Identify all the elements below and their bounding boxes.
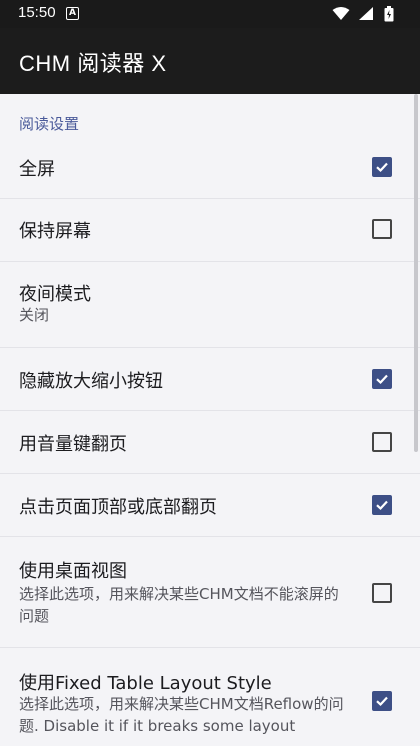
setting-summary: 关闭 [19, 306, 50, 324]
setting-summary: 选择此选项，用来解决某些CHM文档Reflow的问题. Disable it i… [19, 695, 344, 735]
app-title: CHM 阅读器 X [19, 51, 167, 76]
setting-keep-screen-on[interactable]: 保持屏幕 [0, 199, 420, 261]
setting-title: 隐藏放大缩小按钮 [19, 371, 163, 392]
signal-icon [358, 7, 373, 20]
wifi-icon [332, 7, 350, 20]
setting-title: 夜间模式 [19, 284, 91, 305]
checkmark-icon [376, 696, 388, 707]
setting-night-mode[interactable]: 夜间模式 关闭 [0, 262, 420, 346]
setting-title: 全屏 [19, 159, 55, 180]
notification-a-icon: A [66, 7, 79, 20]
setting-fixed-table-layout[interactable]: 使用Fixed Table Layout Style 选择此选项，用来解决某些C… [0, 648, 420, 746]
checkbox-tap-edge-paging[interactable] [372, 495, 392, 515]
checkbox-keep-screen-on[interactable] [372, 219, 392, 239]
checkbox-hide-zoom-buttons[interactable] [372, 369, 392, 389]
checkmark-icon [376, 162, 388, 173]
checkbox-fixed-table-layout[interactable] [372, 691, 392, 711]
scrollbar[interactable] [414, 94, 418, 452]
setting-volume-key-paging[interactable]: 用音量键翻页 [0, 411, 420, 473]
setting-title: 使用Fixed Table Layout Style [19, 673, 272, 694]
setting-hide-zoom-buttons[interactable]: 隐藏放大缩小按钮 [0, 348, 420, 410]
status-time: 15:50 [18, 4, 56, 21]
battery-icon [384, 6, 394, 22]
settings-list[interactable]: 阅读设置 全屏 保持屏幕 夜间模式 关闭 隐藏放大缩小按钮 用音量键翻页 点击页… [0, 94, 420, 746]
setting-title: 点击页面顶部或底部翻页 [19, 497, 217, 518]
checkbox-desktop-view[interactable] [372, 583, 392, 603]
setting-summary: 选择此选项，用来解决某些CHM文档不能滚屏的问题 [19, 585, 339, 625]
section-header-reading: 阅读设置 [19, 115, 80, 133]
checkmark-icon [376, 500, 388, 511]
setting-desktop-view[interactable]: 使用桌面视图 选择此选项，用来解决某些CHM文档不能滚屏的问题 [0, 537, 420, 645]
status-icons [332, 6, 394, 22]
checkmark-icon [376, 374, 388, 385]
status-bar: 15:50 A [0, 0, 420, 28]
checkbox-fullscreen[interactable] [372, 157, 392, 177]
checkbox-volume-key-paging[interactable] [372, 432, 392, 452]
setting-title: 保持屏幕 [19, 221, 91, 242]
setting-fullscreen[interactable]: 全屏 [0, 136, 420, 198]
setting-tap-edge-paging[interactable]: 点击页面顶部或底部翻页 [0, 474, 420, 536]
setting-title: 使用桌面视图 [19, 561, 127, 582]
app-bar: CHM 阅读器 X [0, 28, 420, 94]
setting-title: 用音量键翻页 [19, 434, 127, 455]
